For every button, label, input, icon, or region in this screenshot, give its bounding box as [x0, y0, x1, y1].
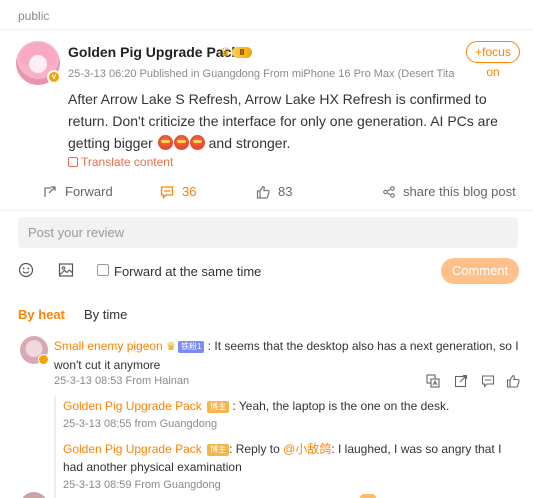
reply-author[interactable]: Golden Pig Upgrade Pack [63, 442, 202, 456]
reply-author[interactable]: Golden Pig Upgrade Pack [63, 399, 202, 413]
author-name[interactable]: Golden Pig Upgrade Pack [68, 44, 239, 60]
visibility-label: public [18, 9, 50, 23]
comment-button[interactable]: 36 [160, 184, 196, 199]
forward-same-time-label[interactable]: Forward at the same time [114, 264, 261, 279]
reply-icon[interactable] [481, 374, 495, 388]
verified-icon [38, 354, 49, 365]
reply-text: : Yeah, the laptop is the one on the des… [232, 399, 450, 413]
share-icon [383, 185, 395, 198]
thumbs-up-icon[interactable] [506, 374, 520, 388]
author-badge: 博主 [207, 401, 230, 413]
translate-icon[interactable] [426, 374, 440, 388]
forward-same-time-checkbox[interactable] [97, 264, 109, 276]
next-commenter-avatar[interactable] [20, 492, 48, 498]
verified-icon: v [47, 70, 61, 84]
reply-thread-line [54, 396, 56, 498]
comment-count: 36 [182, 184, 197, 199]
vip-level: Ⅱ [232, 47, 252, 58]
forward-icon[interactable] [454, 374, 468, 388]
forward-button[interactable]: Forward [43, 184, 113, 199]
emoji-hot-icon [173, 135, 189, 150]
tab-by-heat[interactable]: By heat [18, 307, 65, 322]
tab-by-time[interactable]: By time [84, 307, 127, 322]
translate-label: Translate content [81, 155, 174, 169]
image-upload-icon[interactable] [58, 262, 74, 278]
forward-label: Forward [65, 184, 113, 199]
follow-button[interactable]: +focus on [466, 41, 520, 79]
like-button[interactable]: 83 [256, 184, 292, 199]
reply-item: Golden Pig Upgrade Pack 博主 : Yeah, the l… [63, 397, 513, 415]
post-meta: 25-3-13 06:20 Published in Guangdong Fro… [68, 68, 454, 80]
top-divider [0, 29, 533, 30]
commenter-name[interactable]: Small enemy pigeon [54, 339, 163, 353]
share-button[interactable]: share this blog post [383, 184, 516, 199]
reply-meta: 25-3-13 08:59 From Guangdong [63, 479, 221, 491]
next-comment-badge [360, 494, 376, 498]
submit-comment-button[interactable]: Comment [441, 258, 519, 284]
like-count: 83 [278, 184, 293, 199]
commenter-avatar[interactable] [20, 336, 49, 365]
comment-meta: 25-3-13 08:53 From Hainan [54, 375, 190, 387]
author-badge: 博主 [207, 444, 230, 456]
emoji-picker-icon[interactable] [18, 262, 34, 278]
actions-divider [0, 210, 533, 211]
comment-body: Small enemy pigeon ♛ 铁粉1 : It seems that … [54, 337, 520, 374]
crown-icon: ♛ [220, 45, 231, 59]
post-text-end: and stronger. [208, 135, 291, 151]
review-input[interactable] [18, 217, 518, 248]
emoji-hot-icon [157, 135, 173, 150]
comment-icon [160, 185, 174, 199]
thumbs-up-icon [256, 185, 270, 199]
share-label: share this blog post [403, 184, 516, 199]
reply-item: Golden Pig Upgrade Pack 博主: Reply to @小敌… [63, 440, 513, 476]
mention-link[interactable]: @小敌鸽 [283, 442, 331, 456]
fan-badge: 铁粉1 [177, 341, 205, 353]
translate-link[interactable]: Translate content [68, 155, 173, 169]
emoji-hot-icon [189, 135, 205, 150]
crown-icon: ♛ [166, 341, 176, 353]
forward-icon [44, 185, 56, 197]
vip-badge[interactable]: ♛ Ⅱ [220, 45, 252, 59]
reply-prefix: : Reply to [229, 442, 284, 456]
avatar-face [29, 55, 47, 73]
post-content: After Arrow Lake S Refresh, Arrow Lake H… [68, 88, 520, 154]
reply-meta: 25-3-13 08:55 from Guangdong [63, 418, 218, 430]
translate-icon [68, 157, 78, 167]
